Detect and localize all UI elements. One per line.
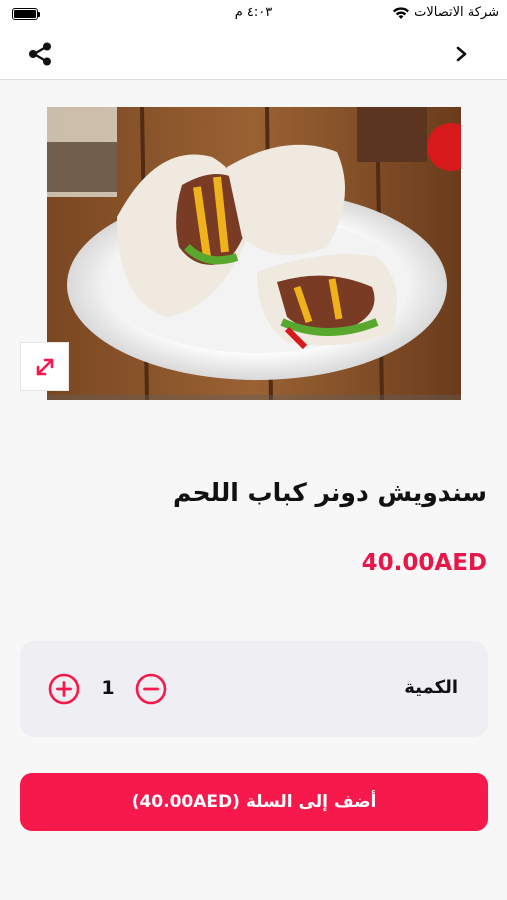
plus-circle-icon	[48, 673, 80, 705]
decrease-quantity-button[interactable]	[135, 673, 167, 705]
quantity-selector: الكمية 1	[20, 641, 488, 737]
status-carrier: شركة الاتصالات	[392, 5, 499, 20]
share-icon	[29, 42, 51, 66]
increase-quantity-button[interactable]	[48, 673, 80, 705]
navigation-bar	[0, 28, 507, 80]
product-title: سندويش دونر كباب اللحم	[173, 478, 487, 507]
chevron-right-icon	[456, 46, 467, 62]
expand-image-button[interactable]	[20, 342, 69, 391]
add-to-cart-button[interactable]: أضف إلى السلة (40.00AED)	[20, 773, 488, 831]
battery-icon	[12, 8, 38, 20]
product-price: 40.00AED	[361, 550, 487, 576]
share-button[interactable]	[26, 40, 54, 68]
product-image	[47, 107, 461, 400]
quantity-value: 1	[101, 677, 115, 699]
back-button[interactable]	[451, 42, 473, 66]
minus-circle-icon	[135, 673, 167, 705]
wifi-icon	[393, 6, 410, 19]
expand-icon	[36, 358, 53, 375]
status-bar: ٤:٠٣ م شركة الاتصالات	[0, 0, 507, 28]
status-time: ٤:٠٣ م	[234, 5, 273, 20]
quantity-label: الكمية	[404, 677, 458, 698]
carrier-name: شركة الاتصالات	[414, 5, 499, 20]
